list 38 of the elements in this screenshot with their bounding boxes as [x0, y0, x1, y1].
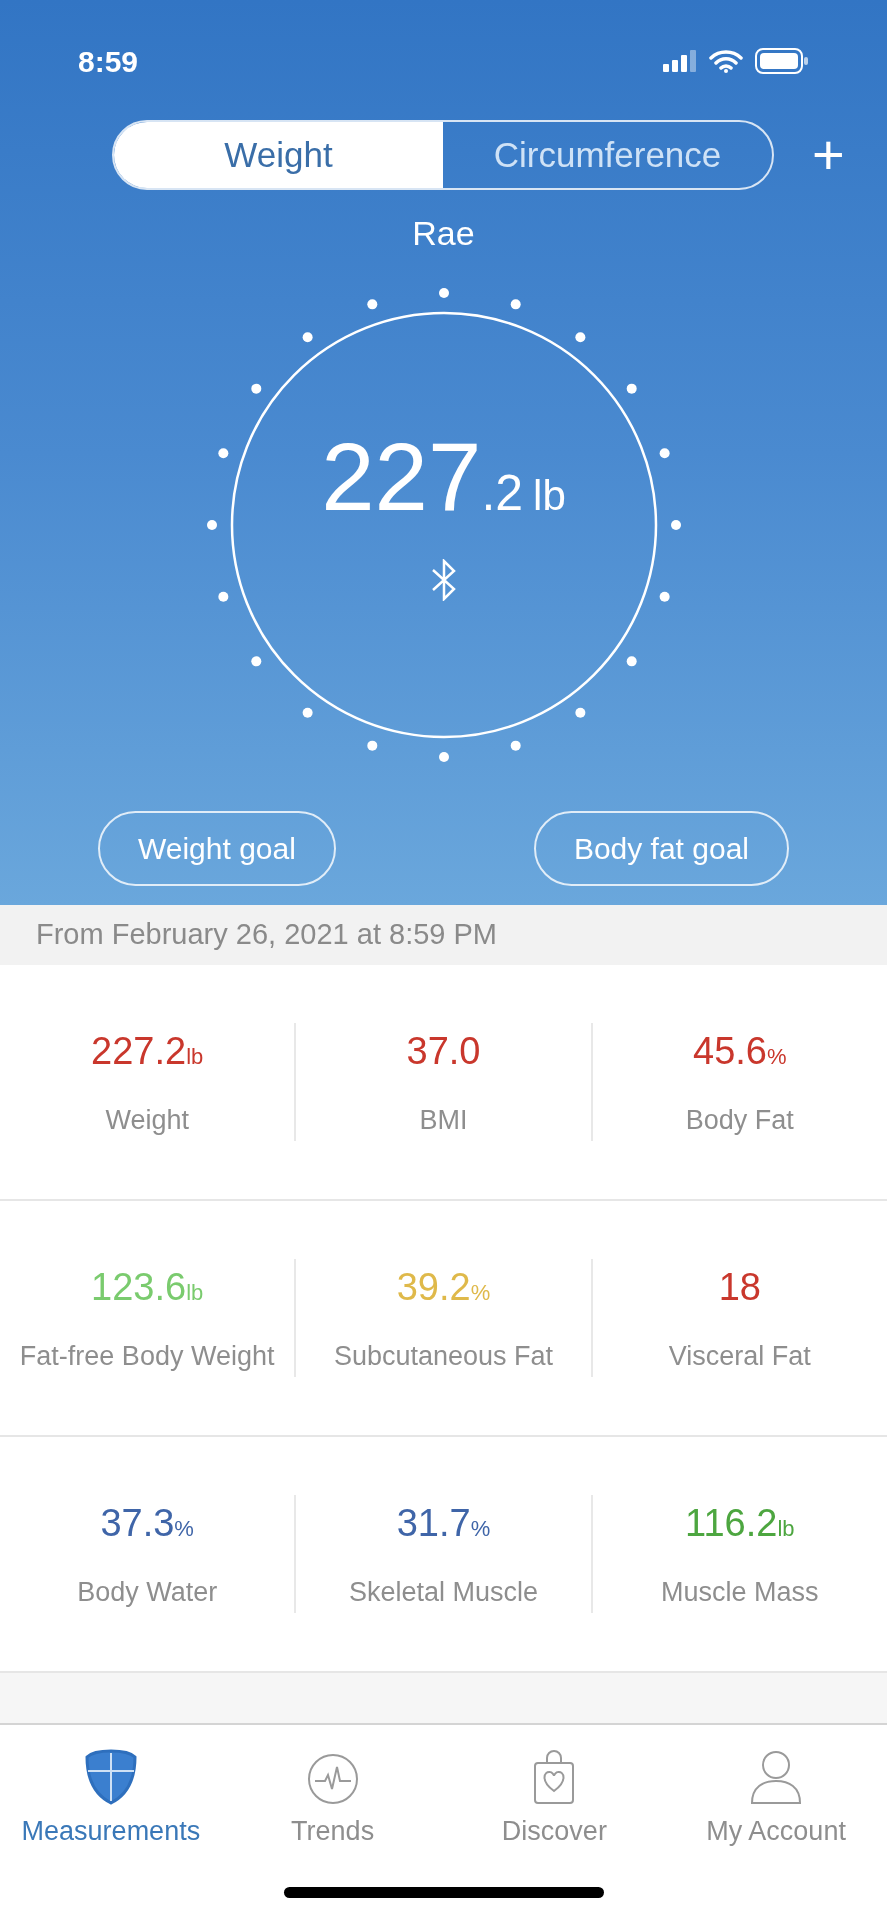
metric-value: 37.0	[406, 1029, 481, 1075]
metric-value: 227.2lb	[91, 1029, 204, 1075]
metric-label: Body Water	[77, 1576, 218, 1610]
goal-button[interactable]: Body fat goal	[533, 811, 789, 886]
metric-label: Skeletal Muscle	[348, 1576, 539, 1610]
metric-label: Subcutaneous Fat	[333, 1340, 554, 1374]
metric-label: Weight	[105, 1104, 189, 1138]
tab-bar-item[interactable]: Trends	[221, 1745, 444, 1852]
battery-icon	[755, 48, 809, 74]
tab-bar-item[interactable]: Discover	[443, 1745, 666, 1852]
metric-label: Body Fat	[685, 1104, 794, 1138]
metric-label: Visceral Fat	[668, 1340, 811, 1374]
metric-value: 123.6lb	[91, 1265, 204, 1311]
heartbeat-icon	[306, 1753, 359, 1805]
goal-button[interactable]: Weight goal	[98, 811, 336, 886]
tab-bar-item[interactable]: Measurements	[0, 1745, 222, 1852]
metric-value: 18	[718, 1265, 761, 1311]
person-icon	[749, 1749, 804, 1805]
weight-reading: 227.2 lb	[321, 429, 566, 525]
tab-bar-item[interactable]: My Account	[665, 1745, 887, 1852]
add-button[interactable]: +	[812, 127, 845, 183]
segment-tab[interactable]: Circumference	[443, 122, 772, 188]
wifi-icon	[709, 49, 743, 73]
metric-label: Muscle Mass	[661, 1576, 819, 1610]
metric-label: Fat-free Body Weight	[19, 1340, 275, 1374]
metric-label: BMI	[419, 1104, 468, 1138]
shield-icon	[84, 1749, 137, 1805]
metric-value: 39.2%	[396, 1265, 491, 1311]
segment-tab[interactable]: Weight	[114, 122, 443, 188]
signal-icon	[663, 50, 697, 72]
metric-value: 37.3%	[100, 1501, 194, 1547]
metric-value: 116.2lb	[685, 1501, 795, 1547]
metric-value: 45.6%	[693, 1029, 787, 1075]
metric-value: 31.7%	[396, 1501, 491, 1547]
user-name: Rae	[412, 213, 475, 254]
date-bar: From February 26, 2021 at 8:59 PM	[0, 905, 887, 965]
shopping-bag-icon	[532, 1749, 577, 1805]
status-time: 8:59	[78, 43, 139, 80]
